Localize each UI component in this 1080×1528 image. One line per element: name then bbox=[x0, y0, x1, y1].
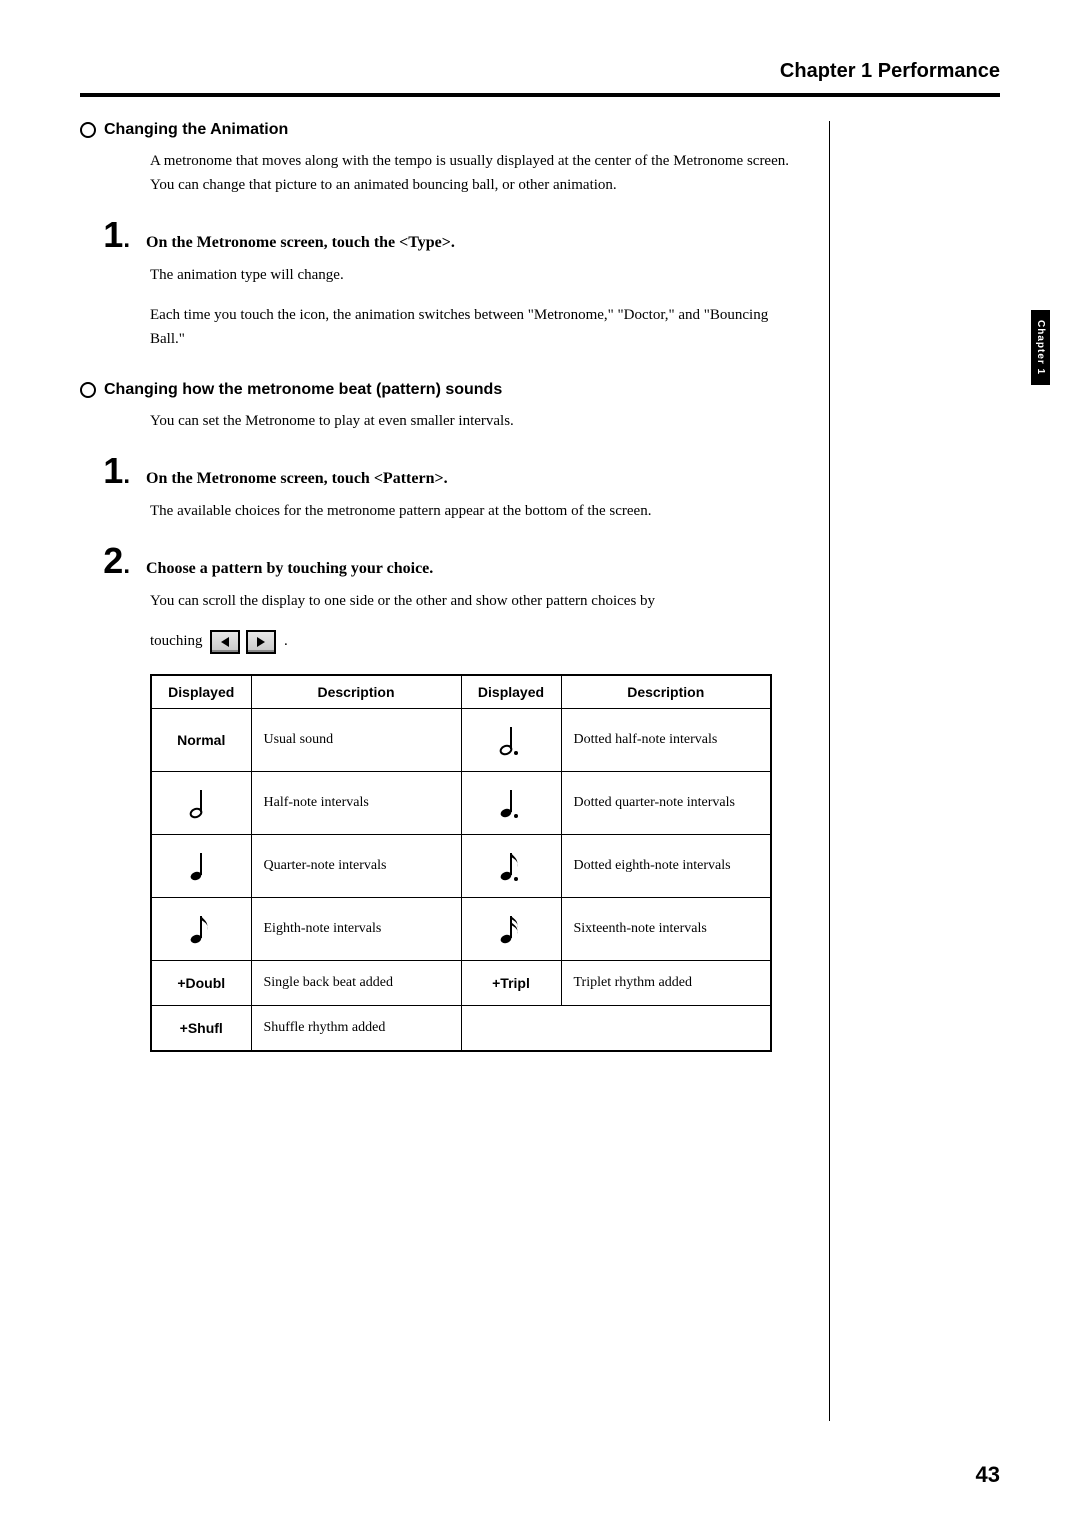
displayed-cell bbox=[461, 708, 561, 771]
th-displayed-1: Displayed bbox=[151, 675, 251, 709]
table-row: NormalUsual sound Dotted half-note interv… bbox=[151, 708, 771, 771]
description-cell: Dotted quarter-note intervals bbox=[561, 771, 771, 834]
step-number: 1. bbox=[80, 217, 130, 253]
displayed-cell: +Shufl bbox=[151, 1005, 251, 1051]
th-description-2: Description bbox=[561, 675, 771, 709]
displayed-cell bbox=[461, 771, 561, 834]
section-heading-animation: Changing the Animation bbox=[80, 121, 789, 139]
description-cell: Usual sound bbox=[251, 708, 461, 771]
pattern-step2-scroll-line2: touching . bbox=[150, 629, 789, 654]
table-row: +ShuflShuffle rhythm added bbox=[151, 1005, 771, 1051]
description-cell: Single back beat added bbox=[251, 960, 461, 1005]
side-chapter-tab: Chapter 1 bbox=[1031, 310, 1050, 385]
displayed-cell bbox=[151, 771, 251, 834]
touching-end: . bbox=[284, 633, 288, 649]
description-cell: Quarter-note intervals bbox=[251, 834, 461, 897]
pattern-step1-body: The available choices for the metronome … bbox=[150, 499, 789, 523]
content-area: Changing the Animation A metronome that … bbox=[80, 121, 830, 1421]
displayed-cell: +Doubl bbox=[151, 960, 251, 1005]
step-text: Choose a pattern by touching your choice… bbox=[146, 560, 433, 578]
description-cell: Eighth-note intervals bbox=[251, 897, 461, 960]
description-cell: Dotted eighth-note intervals bbox=[561, 834, 771, 897]
table-header-row: Displayed Description Displayed Descript… bbox=[151, 675, 771, 709]
table-row: +DoublSingle back beat added+TriplTriple… bbox=[151, 960, 771, 1005]
heading-text: Changing the Animation bbox=[104, 121, 288, 139]
displayed-cell: +Tripl bbox=[461, 960, 561, 1005]
th-displayed-2: Displayed bbox=[461, 675, 561, 709]
left-arrow-button-icon bbox=[210, 630, 240, 654]
description-cell: Triplet rhythm added bbox=[561, 960, 771, 1005]
displayed-cell: Normal bbox=[151, 708, 251, 771]
circle-bullet-icon bbox=[80, 122, 96, 138]
displayed-cell bbox=[461, 834, 561, 897]
heading-text: Changing how the metronome beat (pattern… bbox=[104, 381, 502, 399]
displayed-cell bbox=[461, 897, 561, 960]
header-rule bbox=[80, 93, 1000, 97]
description-cell: Dotted half-note intervals bbox=[561, 708, 771, 771]
description-cell: Half-note intervals bbox=[251, 771, 461, 834]
table-row: Half-note intervals Dotted quarter-note i… bbox=[151, 771, 771, 834]
description-cell: Sixteenth-note intervals bbox=[561, 897, 771, 960]
table-row: Eighth-note intervals Sixteenth-note inte… bbox=[151, 897, 771, 960]
step-text: On the Metronome screen, touch the <Type… bbox=[146, 234, 455, 252]
displayed-cell bbox=[151, 897, 251, 960]
right-arrow-button-icon bbox=[246, 630, 276, 654]
pattern-step-2: 2. Choose a pattern by touching your cho… bbox=[80, 543, 789, 579]
animation-step1-body2: Each time you touch the icon, the animat… bbox=[150, 303, 789, 351]
circle-bullet-icon bbox=[80, 382, 96, 398]
pattern-table: Displayed Description Displayed Descript… bbox=[150, 674, 772, 1052]
pattern-intro: You can set the Metronome to play at eve… bbox=[150, 409, 789, 433]
animation-step1-body1: The animation type will change. bbox=[150, 263, 789, 287]
pattern-step2-scroll: You can scroll the display to one side o… bbox=[150, 589, 789, 613]
page-number: 43 bbox=[976, 1462, 1000, 1488]
chapter-header: Chapter 1 Performance bbox=[80, 60, 1000, 83]
th-description-1: Description bbox=[251, 675, 461, 709]
description-cell: Shuffle rhythm added bbox=[251, 1005, 461, 1051]
section-heading-pattern: Changing how the metronome beat (pattern… bbox=[80, 381, 789, 399]
animation-intro: A metronome that moves along with the te… bbox=[150, 149, 789, 197]
table-row: Quarter-note intervals Dotted eighth-note… bbox=[151, 834, 771, 897]
pattern-step-1: 1. On the Metronome screen, touch <Patte… bbox=[80, 453, 789, 489]
step-number: 1. bbox=[80, 453, 130, 489]
touching-prefix: touching bbox=[150, 633, 203, 649]
displayed-cell bbox=[151, 834, 251, 897]
step-number: 2. bbox=[80, 543, 130, 579]
step-text: On the Metronome screen, touch <Pattern>… bbox=[146, 470, 448, 488]
animation-step-1: 1. On the Metronome screen, touch the <T… bbox=[80, 217, 789, 253]
